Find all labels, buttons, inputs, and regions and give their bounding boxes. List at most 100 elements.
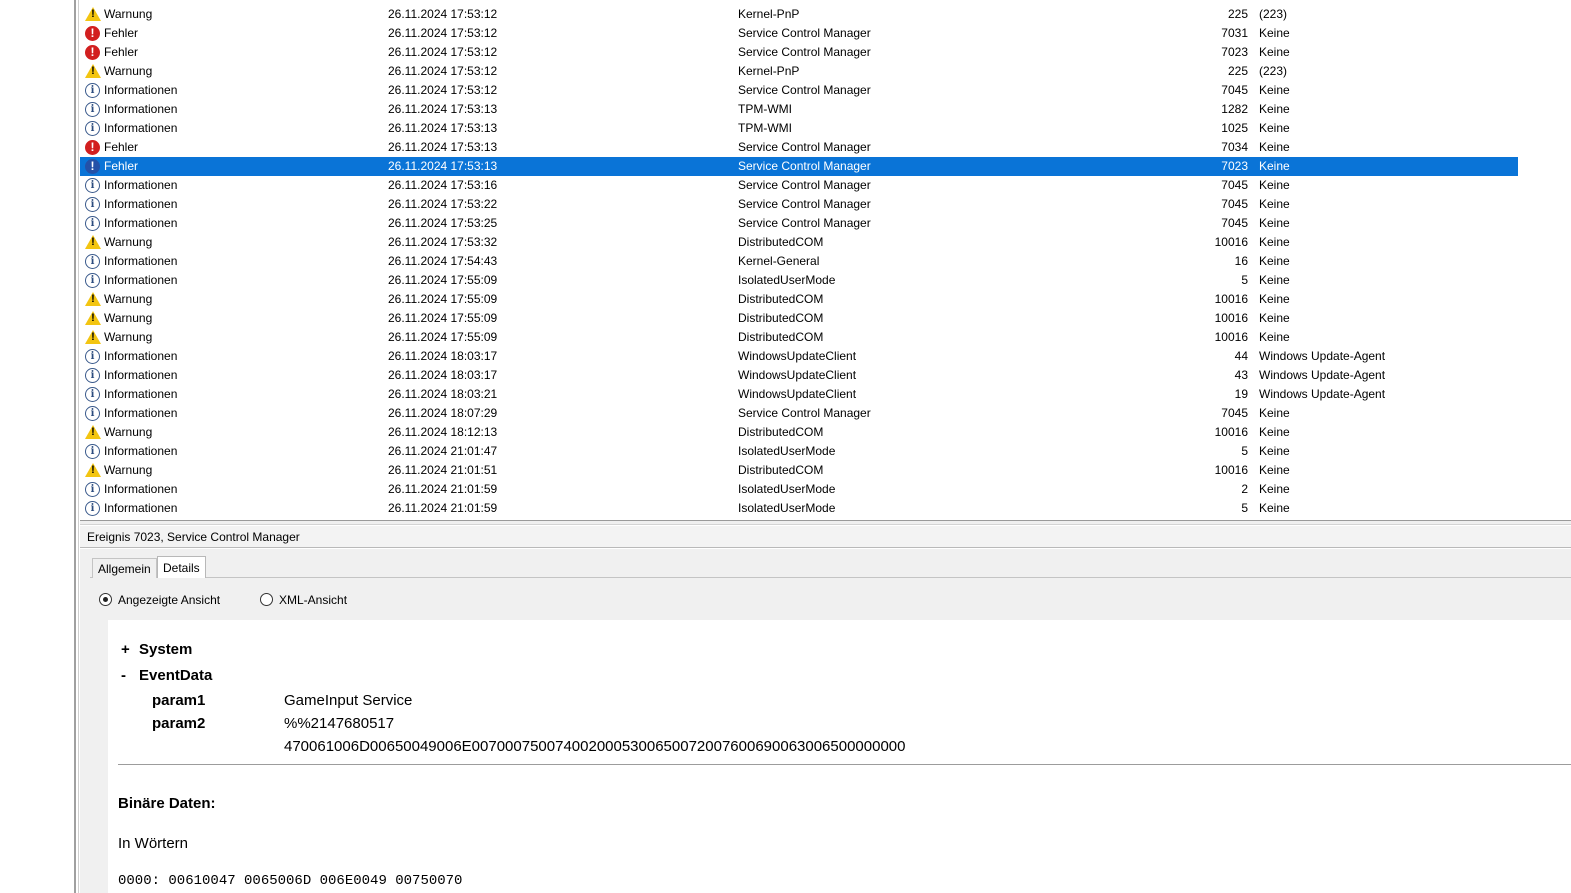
param1-name: param1	[152, 692, 206, 709]
error-icon-glyph: !	[85, 159, 100, 174]
radio-button-selected[interactable]	[99, 593, 112, 606]
source-cell: TPM-WMI	[738, 121, 792, 135]
table-row[interactable]: ! Warnung 26.11.2024 17:53:12 Kernel-PnP 225…	[80, 62, 1518, 81]
source-cell: Service Control Manager	[738, 140, 871, 154]
table-row[interactable]: i Informationen 26.11.2024 18:07:29 Service…	[80, 404, 1518, 423]
task-category-cell: Keine	[1259, 121, 1290, 135]
table-row[interactable]: i Informationen 26.11.2024 18:03:17 Windows…	[80, 366, 1518, 385]
level-cell: Warnung	[104, 292, 153, 306]
event-detail-pane: Allgemein Details Angezeigte Ansicht XML…	[80, 549, 1571, 893]
table-row[interactable]: i Informationen 26.11.2024 21:01:59 Isolate…	[80, 480, 1518, 499]
table-row[interactable]: i Informationen 26.11.2024 18:03:17 Windows…	[80, 347, 1518, 366]
table-row[interactable]: i Informationen 26.11.2024 18:03:21 Windows…	[80, 385, 1518, 404]
warning-icon: !	[85, 311, 101, 326]
info-icon: i	[85, 216, 100, 231]
date-cell: 26.11.2024 17:54:43	[388, 254, 498, 268]
info-icon: i	[85, 273, 100, 288]
tab-details[interactable]: Details	[157, 556, 206, 578]
info-icon-glyph: i	[85, 387, 100, 402]
horizontal-splitter[interactable]	[80, 520, 1571, 525]
table-row[interactable]: ! Warnung 26.11.2024 17:53:12 Kernel-PnP 225…	[80, 5, 1518, 24]
task-category-cell: Keine	[1259, 140, 1290, 154]
info-icon-glyph: i	[85, 102, 100, 117]
task-category-cell: Keine	[1259, 83, 1290, 97]
level-cell: Informationen	[104, 406, 178, 420]
task-category-cell: Keine	[1259, 463, 1290, 477]
system-expand-toggle[interactable]: +	[121, 641, 130, 658]
table-row[interactable]: ! Fehler 26.11.2024 17:53:12 Service Contro…	[80, 43, 1518, 62]
info-icon-glyph: i	[85, 83, 100, 98]
table-row[interactable]: i Informationen 26.11.2024 21:01:59 Isolate…	[80, 499, 1518, 518]
table-row[interactable]: i Informationen 26.11.2024 17:53:16 Service…	[80, 176, 1518, 195]
level-cell: Warnung	[104, 311, 153, 325]
date-cell: 26.11.2024 21:01:47	[388, 444, 498, 458]
date-cell: 26.11.2024 21:01:59	[388, 482, 498, 496]
level-cell: Informationen	[104, 216, 178, 230]
table-row[interactable]: ! Fehler 26.11.2024 17:53:12 Service Contro…	[80, 24, 1518, 43]
table-row[interactable]: ! Warnung 26.11.2024 17:55:09 DistributedCO…	[80, 328, 1518, 347]
radio-friendly-view[interactable]: Angezeigte Ansicht	[99, 592, 229, 608]
warning-icon-glyph: !	[85, 64, 101, 78]
table-row[interactable]: i Informationen 26.11.2024 17:54:43 Kernel-…	[80, 252, 1518, 271]
source-cell: WindowsUpdateClient	[738, 349, 857, 363]
pane-splitter[interactable]	[74, 0, 76, 893]
date-cell: 26.11.2024 17:53:22	[388, 197, 498, 211]
task-category-cell: Keine	[1259, 254, 1290, 268]
table-row[interactable]: ! Warnung 26.11.2024 21:01:51 DistributedCO…	[80, 461, 1518, 480]
event-id-cell: 5	[1241, 501, 1248, 515]
radio-friendly-label: Angezeigte Ansicht	[118, 593, 221, 607]
table-row[interactable]: ! Warnung 26.11.2024 17:55:09 DistributedCO…	[80, 309, 1518, 328]
info-icon-glyph: i	[85, 501, 100, 516]
event-id-cell: 7045	[1221, 197, 1248, 211]
table-row[interactable]: ! Warnung 26.11.2024 17:55:09 DistributedCO…	[80, 290, 1518, 309]
table-row[interactable]: ! Warnung 26.11.2024 17:53:32 DistributedCO…	[80, 233, 1518, 252]
info-icon: i	[85, 387, 100, 402]
table-row[interactable]: i Informationen 26.11.2024 17:55:09 Isolate…	[80, 271, 1518, 290]
table-row[interactable]: i Informationen 26.11.2024 17:53:12 Service…	[80, 81, 1518, 100]
level-cell: Informationen	[104, 254, 178, 268]
system-node-label[interactable]: System	[139, 641, 192, 658]
table-row[interactable]: i Informationen 26.11.2024 17:53:22 Service…	[80, 195, 1518, 214]
tab-general[interactable]: Allgemein	[92, 558, 157, 578]
table-row[interactable]: i Informationen 26.11.2024 21:01:47 Isolate…	[80, 442, 1518, 461]
table-row[interactable]: i Informationen 26.11.2024 17:53:13 TPM-WMI…	[80, 119, 1518, 138]
date-cell: 26.11.2024 18:03:17	[388, 368, 498, 382]
event-list[interactable]: ! Warnung 26.11.2024 17:53:12 Kernel-PnP 225…	[80, 0, 1571, 520]
info-icon: i	[85, 121, 100, 136]
source-cell: DistributedCOM	[738, 463, 824, 477]
info-icon-glyph: i	[85, 368, 100, 383]
table-row[interactable]: i Informationen 26.11.2024 17:53:25 Service…	[80, 214, 1518, 233]
pane-border	[78, 0, 79, 893]
level-cell: Warnung	[104, 330, 153, 344]
warning-icon: !	[85, 7, 101, 22]
date-cell: 26.11.2024 17:53:12	[388, 83, 498, 97]
warning-icon: !	[85, 64, 101, 79]
warning-icon: !	[85, 425, 101, 440]
level-cell: Fehler	[104, 159, 139, 173]
table-row-selected[interactable]: ! Fehler 26.11.2024 17:53:13 Service Contro…	[80, 157, 1518, 176]
date-cell: 26.11.2024 17:53:25	[388, 216, 498, 230]
info-icon-glyph: i	[85, 254, 100, 269]
radio-button[interactable]	[260, 593, 273, 606]
radio-xml-view[interactable]: XML-Ansicht	[260, 592, 370, 608]
error-icon-glyph: !	[85, 26, 100, 41]
eventdata-collapse-toggle[interactable]: -	[121, 667, 126, 684]
level-cell: Informationen	[104, 121, 178, 135]
eventdata-node-label[interactable]: EventData	[139, 667, 212, 684]
table-row[interactable]: ! Fehler 26.11.2024 17:53:13 Service Contro…	[80, 138, 1518, 157]
date-cell: 26.11.2024 17:53:13	[388, 121, 498, 135]
task-category-cell: Keine	[1259, 178, 1290, 192]
event-id-cell: 7023	[1221, 159, 1248, 173]
error-icon: !	[85, 140, 100, 155]
warning-icon-glyph: !	[85, 7, 101, 21]
info-icon: i	[85, 349, 100, 364]
warning-icon: !	[85, 330, 101, 345]
event-id-cell: 7031	[1221, 26, 1248, 40]
hex-dump-line: 0000: 00610047 0065006D 006E0049 0075007…	[118, 873, 463, 889]
event-id-cell: 7023	[1221, 45, 1248, 59]
source-cell: Service Control Manager	[738, 406, 871, 420]
source-cell: IsolatedUserMode	[738, 501, 836, 515]
table-row[interactable]: i Informationen 26.11.2024 17:53:13 TPM-WMI…	[80, 100, 1518, 119]
table-row[interactable]: ! Warnung 26.11.2024 18:12:13 DistributedCO…	[80, 423, 1518, 442]
task-category-cell: Keine	[1259, 311, 1290, 325]
